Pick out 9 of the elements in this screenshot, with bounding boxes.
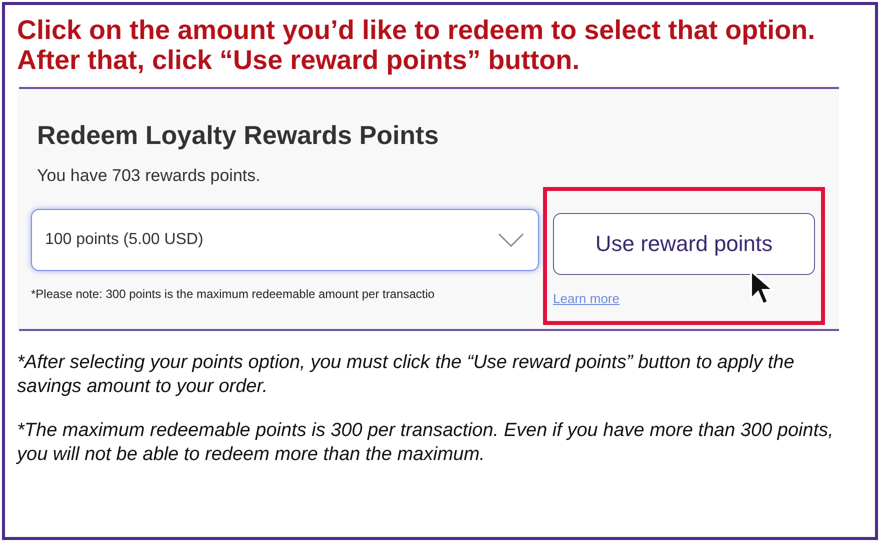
chevron-down-icon [498,232,524,246]
use-points-button[interactable]: Use reward points [553,212,815,274]
instruction-text: Click on the amount you’d like to redeem to select that option. After that, click “Use reward points” button. [17,15,816,75]
note-paragraph: *The maximum redeemable points is 300 per transaction. Even if you have more than 300 points, you will not be able to redeem more than the maximum. [17,418,834,466]
note-paragraph: *After selecting your points option, you must click the “Use reward points” button to apply the savings amount to your order. [17,350,796,398]
points-select[interactable]: 100 points (5.00 USD) [31,208,539,270]
balance-text: You have 703 rewards points. [37,165,262,187]
panel-title: Redeem Loyalty Rewards Points [37,119,440,151]
note-text: *Please note: 300 points is the maximum redeemable amount per transactio [31,286,436,302]
